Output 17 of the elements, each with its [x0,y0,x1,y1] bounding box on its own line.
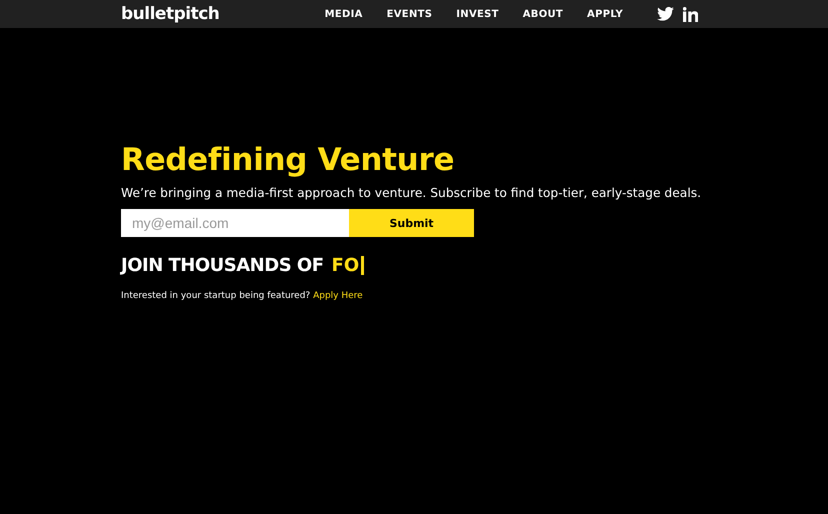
text-cursor [361,256,364,275]
hero-subtitle: We’re bringing a media-first approach to venture. Subscribe to find top-tier, early-stage deals. [121,186,702,200]
typed-word: FO [332,255,360,276]
twitter-bird-icon[interactable] [657,7,674,21]
featured-note: Interested in your startup being featured? Apply Here [121,291,364,301]
nav-link[interactable]: INVEST [456,8,499,20]
linkedin-icon[interactable] [683,6,698,22]
email-input-field[interactable]: my@email.com [121,209,349,237]
nav-link[interactable]: MEDIA [324,8,363,20]
nav-link[interactable]: ABOUT [522,8,564,20]
nav-link[interactable]: EVENTS [386,8,432,20]
apply-here-link[interactable]: Apply Here [313,291,363,301]
logo[interactable]: bulletpitch [121,4,220,24]
tagline-text: JOIN THOUSANDS OF [121,255,324,276]
nav-link[interactable]: APPLY [587,8,623,20]
submit-button[interactable]: Submit [349,209,474,237]
hero-heading: Redefining Venture [121,142,456,178]
